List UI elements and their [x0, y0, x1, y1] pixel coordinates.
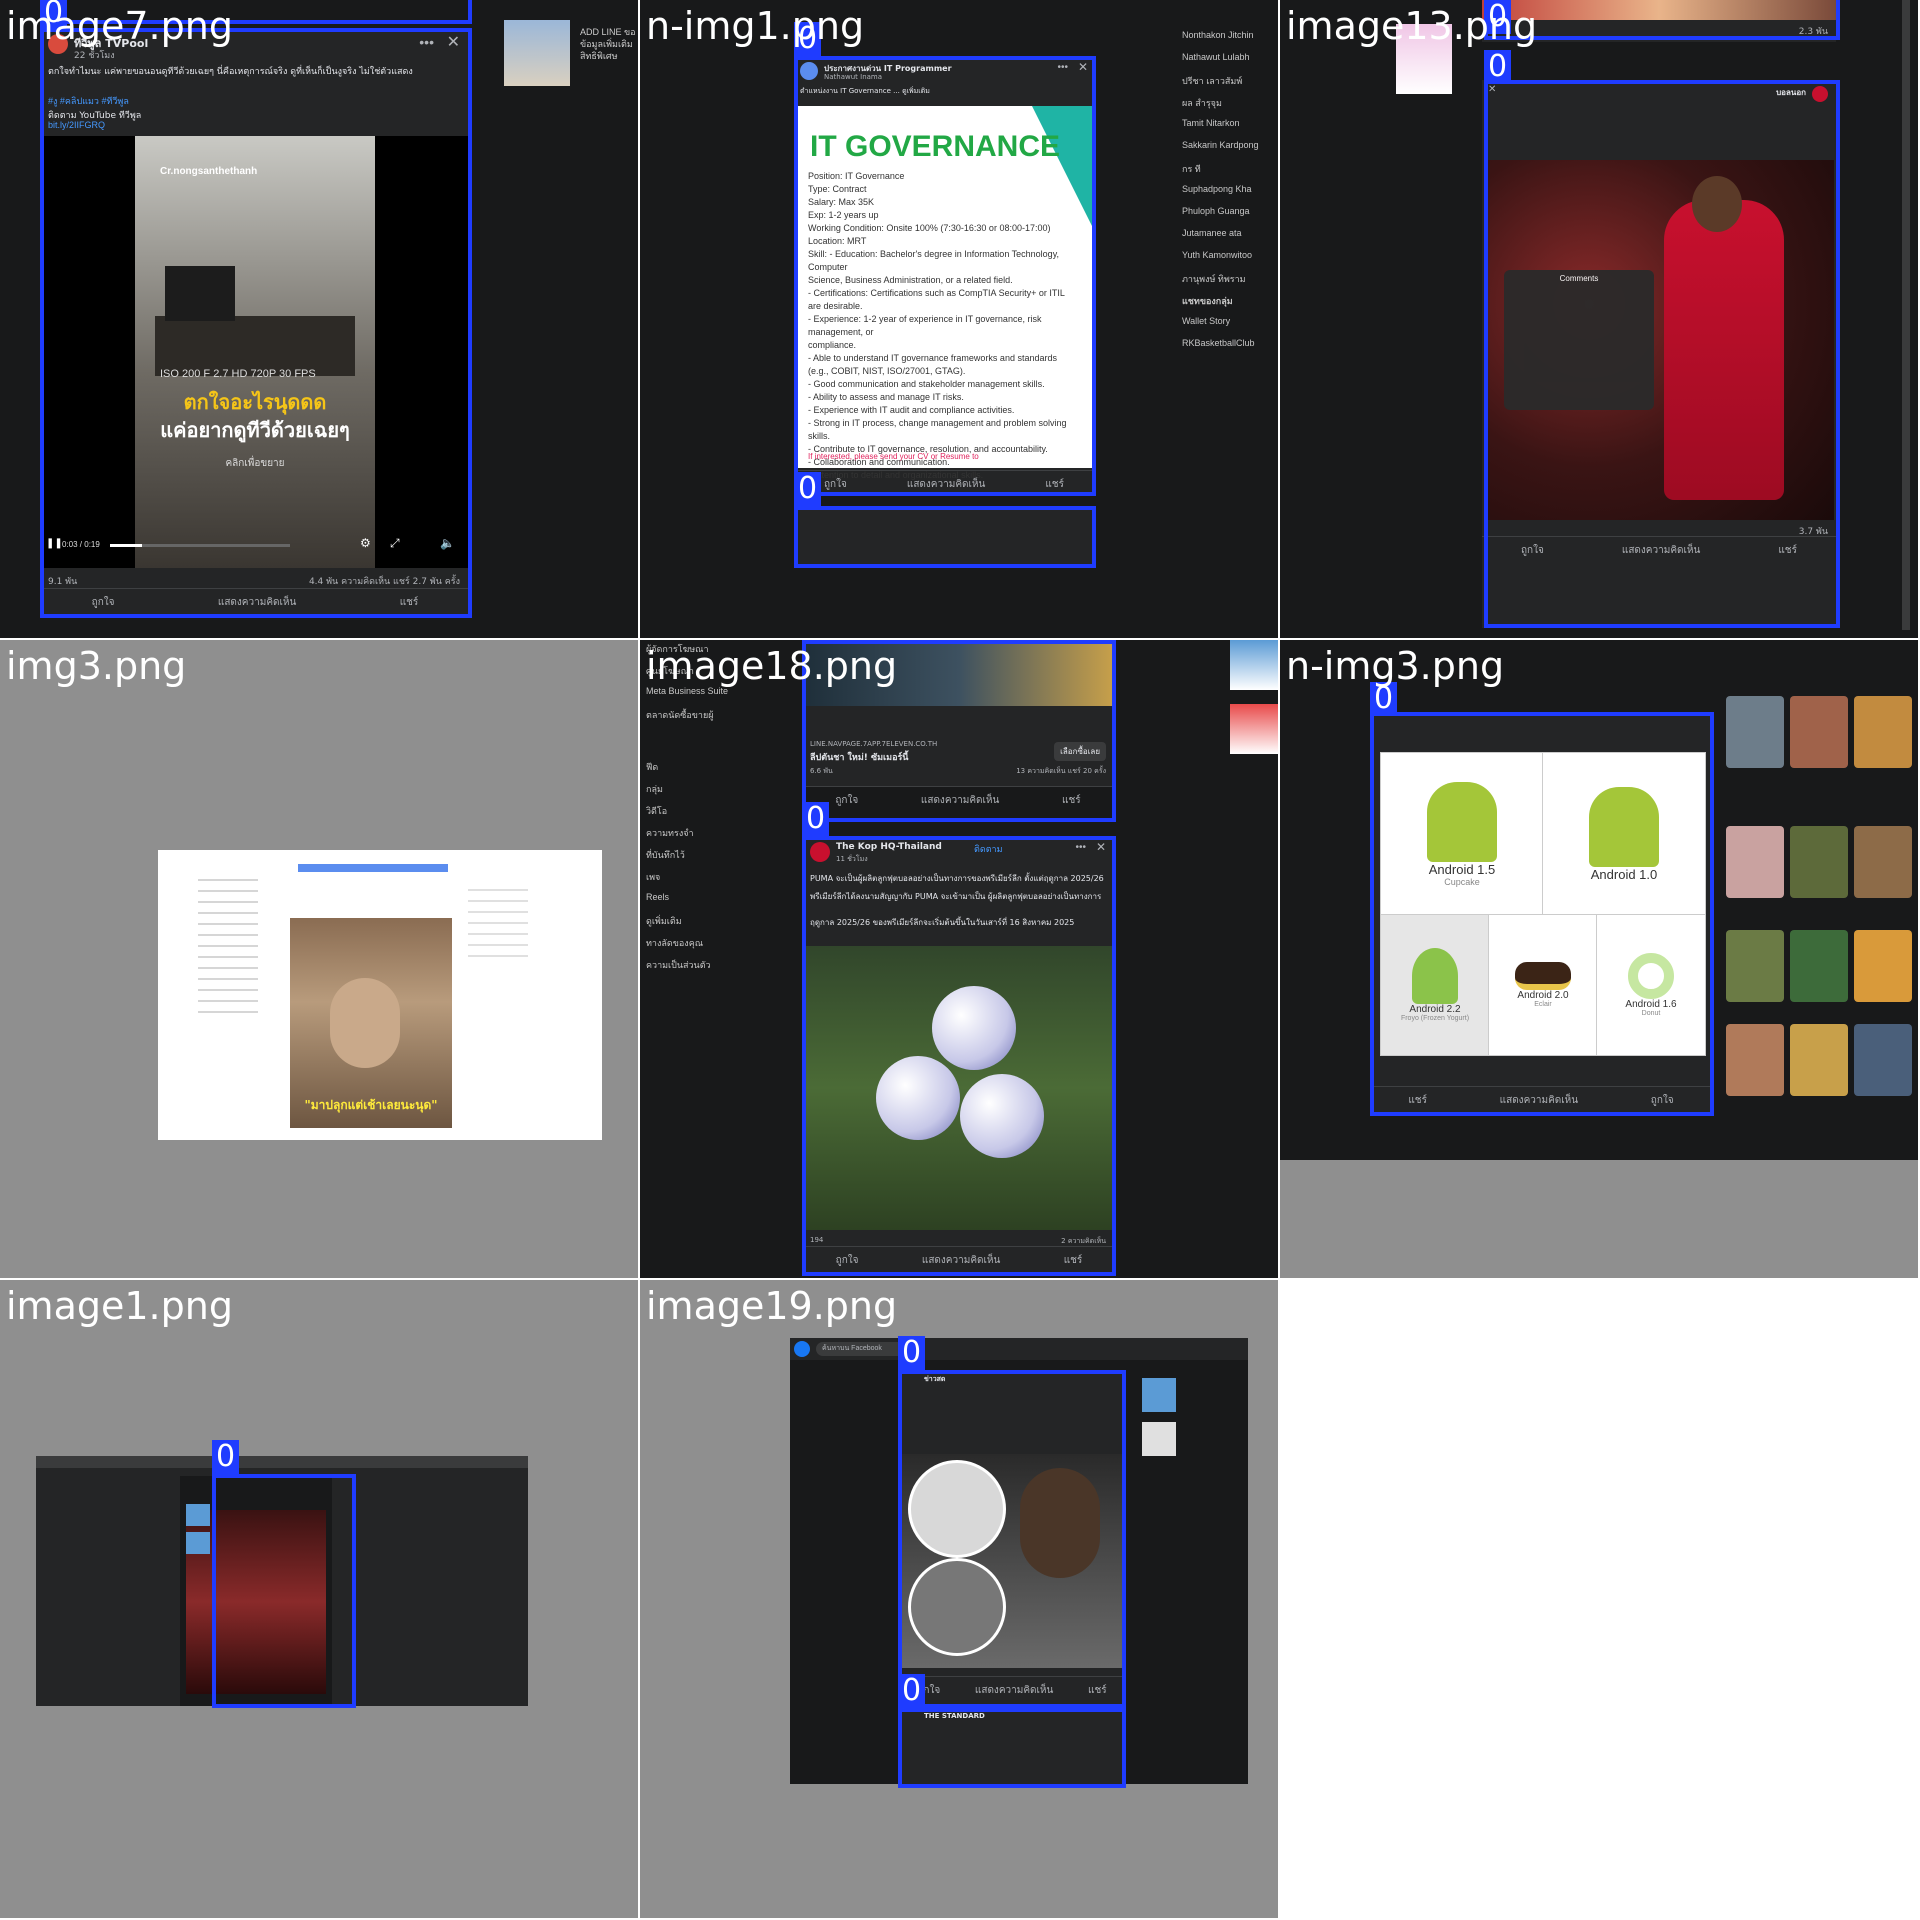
tile-image7: ทีวีพูล TVPool 22 ชั่วโมง ••• ✕ ตกใจทำไม… [0, 0, 638, 638]
sidebar-item[interactable]: Meta Business Suite [646, 686, 766, 708]
photo-thumb[interactable] [1854, 930, 1912, 1002]
ad-title[interactable]: ADD LINE ขอข้อมูลเพิ่มเติม สิทธิพิเศษ [580, 26, 636, 62]
sidebar-item[interactable]: เพจ [646, 870, 766, 892]
group-item[interactable]: Wallet Story [1182, 316, 1278, 338]
class-id-label: 0 [1484, 50, 1512, 84]
tile-label: image18.png [646, 644, 898, 688]
ad-thumbnail[interactable] [186, 1532, 210, 1554]
sidebar-item[interactable]: Reels [646, 892, 766, 914]
group-item[interactable]: RKBasketballClub [1182, 338, 1278, 360]
tile-image1: 0 image1.png [0, 1280, 638, 1918]
sidebar-item[interactable]: ความทรงจำ [646, 826, 766, 848]
top-tabs[interactable] [298, 864, 448, 872]
tile-n-img1: ประกาศงานด่วน IT Programmer Nathawut Ina… [640, 0, 1278, 638]
sidebar-item[interactable]: วิดีโอ [646, 804, 766, 826]
top-bar: ค้นหาบน Facebook [790, 1338, 1248, 1360]
tile-image19: ค้นหาบน Facebook ข่าวสด ถูกใจ แสดงความคิ… [640, 1280, 1278, 1918]
sidebar-item[interactable]: ตลาดนัดซื้อขายผู้ [646, 708, 766, 730]
photo-thumb[interactable] [1726, 1024, 1784, 1096]
detection-box: 0 [794, 472, 1096, 568]
photo-thumb[interactable] [1726, 696, 1784, 768]
photo-thumb[interactable] [1854, 826, 1912, 898]
detection-box: 0 [1370, 682, 1714, 1116]
ad-thumbnail[interactable] [504, 20, 570, 86]
ad-thumbnail[interactable] [1142, 1378, 1176, 1412]
tile-label: img3.png [6, 644, 187, 688]
sidebar-item[interactable]: กลุ่ม [646, 782, 766, 804]
contact-item[interactable]: Suphadpong Kha [1182, 184, 1278, 206]
empty-cell [1280, 1280, 1918, 1918]
light-screenshot: "มาปลุกแต่เช้าเลยนะนุด" [158, 850, 602, 1140]
contact-item[interactable]: ปรีชา เลาวสัมพ์ [1182, 74, 1278, 96]
photo-thumb[interactable] [1854, 696, 1912, 768]
tile-n-img3: Android 1.5 Cupcake Android 1.0 Android … [1280, 640, 1918, 1278]
detection-box: 0 [898, 1674, 1126, 1788]
mosaic-grid: ทีวีพูล TVPool 22 ชั่วโมง ••• ✕ ตกใจทำไม… [0, 0, 1920, 1920]
detection-box: 0 [1484, 0, 1840, 40]
photo-caption: "มาปลุกแต่เช้าเลยนะนุด" [304, 1098, 438, 1112]
detection-box: 0 [802, 802, 1116, 1276]
class-id-label: 0 [794, 472, 822, 506]
scrollbar[interactable] [1902, 0, 1910, 630]
tile-label: n-img3.png [1286, 644, 1505, 688]
contact-item[interactable]: กร ที [1182, 162, 1278, 184]
sidebar-item[interactable]: ดูเพิ่มเติม [646, 914, 766, 936]
ad-thumbnail[interactable] [1230, 640, 1278, 690]
tile-image13: 2.3 พัน บอลนอก ✕ Comments 3.7 พัน ถูกใจ … [1280, 0, 1918, 638]
ad-thumbnail[interactable] [1142, 1422, 1176, 1456]
contacts-list: Nonthakon Jitchin Nathawut Lulabh ปรีชา … [1182, 30, 1278, 360]
facebook-logo-icon[interactable] [794, 1341, 810, 1357]
detection-box: 0 [794, 22, 1096, 496]
left-sidebar: ผู้จัดการโฆษณา ศูนย์โฆษณา Meta Business … [646, 640, 766, 980]
contact-item[interactable]: Sakkarin Kardpong [1182, 140, 1278, 162]
tile-label: image1.png [6, 1284, 233, 1328]
tile-image18: ผู้จัดการโฆษณา ศูนย์โฆษณา Meta Business … [640, 640, 1278, 1278]
class-id-label: 0 [802, 802, 830, 836]
photo-thumb[interactable] [1790, 826, 1848, 898]
ad-thumbnail[interactable] [186, 1504, 210, 1526]
detection-box: 0 [1484, 50, 1840, 628]
left-menu [198, 870, 258, 1020]
photo-thumb[interactable] [1790, 696, 1848, 768]
sidebar-item[interactable]: ความเป็นส่วนตัว [646, 958, 766, 980]
tile-label: n-img1.png [646, 4, 865, 48]
photo-thumb[interactable] [1726, 930, 1784, 1002]
photo-thumb[interactable] [1726, 826, 1784, 898]
animal-shape [330, 978, 400, 1068]
tile-label: image7.png [6, 4, 233, 48]
detection-box: 0 [40, 0, 472, 618]
contact-item[interactable]: Tamit Nitarkon [1182, 118, 1278, 140]
contact-item[interactable]: Nathawut Lulabh [1182, 52, 1278, 74]
section-title: แชทของกลุ่ม [1182, 296, 1233, 306]
class-id-label: 0 [898, 1674, 926, 1708]
detection-box: 0 [898, 1336, 1126, 1708]
detection-box: 0 [212, 1440, 356, 1708]
contact-item[interactable]: ภานุพงษ์ ทิพราม [1182, 272, 1278, 294]
top-bar [36, 1456, 528, 1468]
class-id-label: 0 [898, 1336, 926, 1370]
animal-photo[interactable]: "มาปลุกแต่เช้าเลยนะนุด" [290, 918, 452, 1128]
photo-thumb[interactable] [1854, 1024, 1912, 1096]
left-nav [640, 0, 790, 638]
sidebar-item[interactable]: ทางลัดของคุณ [646, 936, 766, 958]
contact-item[interactable]: Phuloph Guanga [1182, 206, 1278, 228]
contact-item[interactable]: ผล สำรุจุม [1182, 96, 1278, 118]
tile-label: image13.png [1286, 4, 1538, 48]
contact-item[interactable]: Jutamanee ata [1182, 228, 1278, 250]
right-panel [468, 880, 528, 960]
sidebar-item[interactable]: ที่บันทึกไว้ [646, 848, 766, 870]
ad-thumbnail[interactable] [1230, 704, 1278, 754]
contact-item[interactable]: Yuth Kamonwitoo [1182, 250, 1278, 272]
photo-thumb[interactable] [1790, 1024, 1848, 1096]
tile-label: image19.png [646, 1284, 898, 1328]
contact-item[interactable]: Nonthakon Jitchin [1182, 30, 1278, 52]
class-id-label: 0 [212, 1440, 240, 1474]
tile-img3: "มาปลุกแต่เช้าเลยนะนุด" img3.png [0, 640, 638, 1278]
photo-thumb[interactable] [1790, 930, 1848, 1002]
sidebar-item[interactable]: ฟีด [646, 760, 766, 782]
